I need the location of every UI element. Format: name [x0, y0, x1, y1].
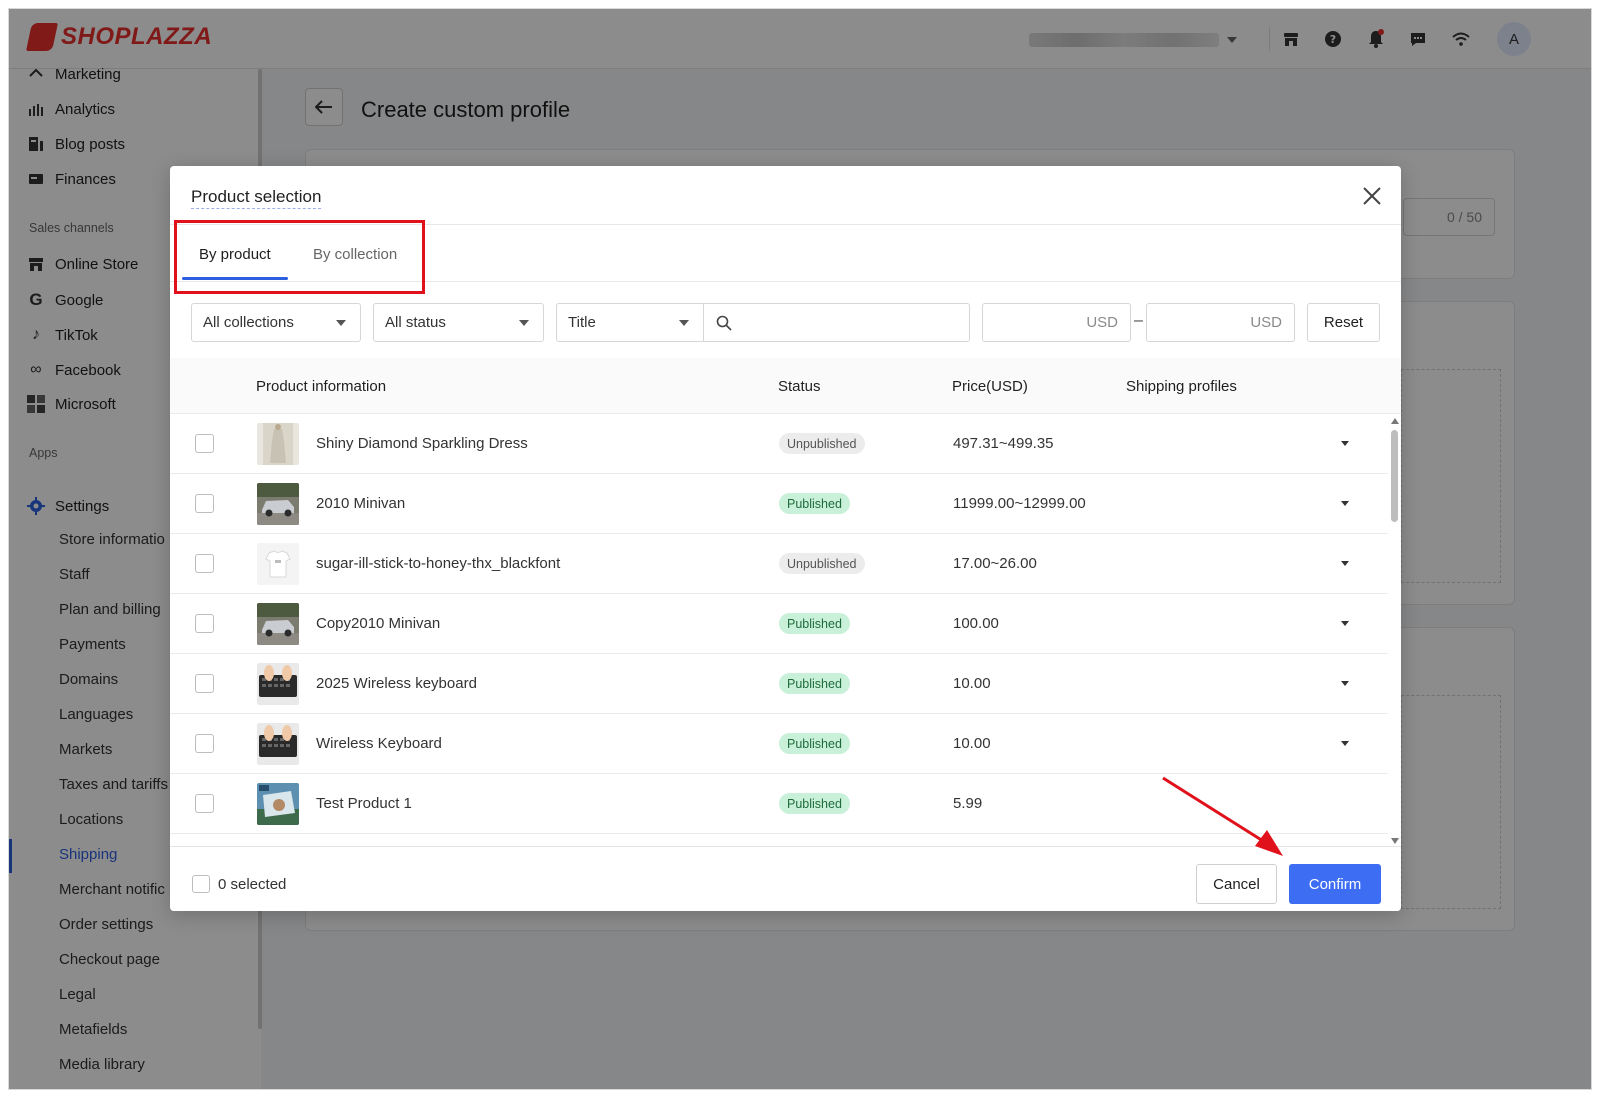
product-name: 2025 Wireless keyboard — [316, 675, 477, 692]
chevron-down-icon — [679, 320, 689, 326]
collections-select[interactable]: All collections — [191, 303, 361, 342]
product-thumbnail — [257, 783, 299, 825]
reset-button[interactable]: Reset — [1307, 303, 1380, 342]
status-badge: Published — [779, 793, 850, 814]
product-name: 2010 Minivan — [316, 495, 406, 512]
selected-count: 0 selected — [218, 876, 287, 893]
table-row[interactable]: Copy2010 Minivan Published 100.00 — [170, 594, 1388, 654]
caret-down-icon[interactable] — [1341, 441, 1349, 446]
scrollbar-thumb[interactable] — [1391, 430, 1398, 522]
table-row[interactable]: 2010 Minivan Published 11999.00~12999.00 — [170, 474, 1388, 534]
product-price: 11999.00~12999.00 — [953, 495, 1086, 512]
row-checkbox[interactable] — [195, 554, 214, 573]
caret-down-icon[interactable] — [1341, 561, 1349, 566]
row-checkbox[interactable] — [195, 794, 214, 813]
product-thumbnail — [257, 603, 299, 645]
row-checkbox[interactable] — [195, 434, 214, 453]
scroll-up-icon[interactable] — [1391, 418, 1399, 424]
status-badge: Published — [779, 613, 850, 634]
product-thumbnail — [257, 543, 299, 585]
table-row[interactable]: sugar-ill-stick-to-honey-thx_blackfont U… — [170, 534, 1388, 594]
product-name: sugar-ill-stick-to-honey-thx_blackfont — [316, 555, 561, 572]
select-all-checkbox[interactable] — [192, 875, 210, 893]
chevron-down-icon — [519, 320, 529, 326]
product-price: 497.31~499.35 — [953, 435, 1054, 452]
max-price-input[interactable]: USD — [1146, 303, 1295, 342]
confirm-button[interactable]: Confirm — [1289, 864, 1381, 904]
search-field-value: Title — [568, 314, 596, 331]
row-checkbox[interactable] — [195, 614, 214, 633]
annotation-arrow-icon — [1162, 776, 1283, 856]
product-price: 5.99 — [953, 795, 983, 812]
caret-down-icon[interactable] — [1341, 741, 1349, 746]
status-select-value: All status — [385, 314, 446, 331]
product-name: Copy2010 Minivan — [316, 615, 441, 632]
cancel-button[interactable]: Cancel — [1196, 864, 1277, 904]
collections-select-value: All collections — [203, 314, 294, 331]
modal-title: Product selection — [191, 187, 322, 209]
row-checkbox[interactable] — [195, 494, 214, 513]
product-price: 10.00 — [953, 735, 991, 752]
column-header-status: Status — [778, 378, 821, 395]
chevron-down-icon — [336, 320, 346, 326]
close-button[interactable] — [1360, 184, 1384, 208]
table-row[interactable]: 2025 Wireless keyboard Published 10.00 — [170, 654, 1388, 714]
range-separator: – — [1134, 312, 1143, 329]
caret-down-icon[interactable] — [1341, 681, 1349, 686]
min-price-input[interactable]: USD — [982, 303, 1131, 342]
product-thumbnail — [257, 483, 299, 525]
column-header-product-information: Product information — [256, 378, 387, 395]
close-icon — [1363, 187, 1381, 205]
product-name: Shiny Diamond Sparkling Dress — [316, 435, 528, 452]
tabs-highlight-annotation — [174, 220, 425, 294]
scroll-down-icon[interactable] — [1391, 838, 1399, 844]
table-scrollbar[interactable] — [1390, 416, 1399, 844]
search-field-select[interactable]: Title — [556, 303, 704, 342]
product-thumbnail — [257, 663, 299, 705]
caret-down-icon[interactable] — [1341, 501, 1349, 506]
product-thumbnail — [257, 723, 299, 765]
status-badge: Published — [779, 493, 850, 514]
row-checkbox[interactable] — [195, 674, 214, 693]
product-price: 17.00~26.00 — [953, 555, 1037, 572]
column-header-shipping-profiles: Shipping profiles — [1126, 378, 1237, 395]
row-checkbox[interactable] — [195, 734, 214, 753]
table-header: Product information Status Price(USD) Sh… — [170, 358, 1401, 414]
table-row[interactable]: Wireless Keyboard Published 10.00 — [170, 714, 1388, 774]
product-name: Test Product 1 — [316, 795, 412, 812]
product-price: 10.00 — [953, 675, 991, 692]
status-select[interactable]: All status — [373, 303, 544, 342]
product-thumbnail — [257, 423, 299, 465]
table-row[interactable]: Shiny Diamond Sparkling Dress Unpublishe… — [170, 414, 1388, 474]
status-badge: Unpublished — [779, 433, 865, 454]
status-badge: Published — [779, 733, 850, 754]
status-badge: Published — [779, 673, 850, 694]
product-price: 100.00 — [953, 615, 999, 632]
product-name: Wireless Keyboard — [316, 735, 442, 752]
caret-down-icon[interactable] — [1341, 621, 1349, 626]
currency-suffix: USD — [1086, 314, 1118, 331]
app-window: SHOPLAZZA ? A Marketing Analytics Blog p… — [8, 8, 1592, 1090]
search-icon — [716, 315, 732, 331]
currency-suffix: USD — [1250, 314, 1282, 331]
column-header-price: Price(USD) — [952, 378, 1028, 395]
search-input[interactable] — [703, 303, 970, 342]
status-badge: Unpublished — [779, 553, 865, 574]
